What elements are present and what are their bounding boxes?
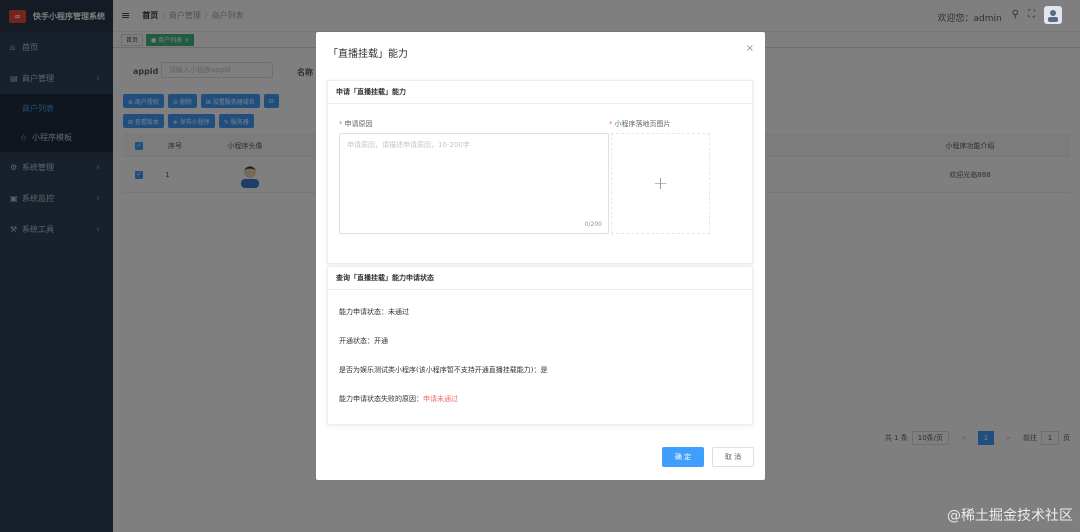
avatar-icon bbox=[1048, 9, 1058, 22]
watermark: @稀土掘金技术社区 bbox=[947, 508, 1073, 524]
image-upload[interactable]: + bbox=[611, 133, 710, 234]
is-test-line: 是否为娱乐测试类小程序(该小程序暂不支持开通直播挂载能力)：是 bbox=[339, 366, 548, 374]
reason-placeholder: 申请原因，请描述申请原因，10-200字 bbox=[347, 141, 470, 149]
reason-textarea[interactable]: 申请原因，请描述申请原因，10-200字 0/200 bbox=[339, 133, 609, 234]
open-status-line: 开通状态：开通 bbox=[339, 337, 388, 345]
reason-char-count: 0/200 bbox=[584, 221, 602, 228]
apply-card-header: 申请「直播挂载」能力 bbox=[328, 81, 752, 104]
welcome-text: 欢迎您：admin bbox=[937, 14, 1002, 24]
plus-icon: + bbox=[652, 173, 669, 194]
apply-card: 申请「直播挂载」能力 * 申请原因 申请原因，请描述申请原因，10-200字 0/… bbox=[327, 80, 753, 264]
cancel-button[interactable]: 取 消 bbox=[712, 447, 754, 467]
fail-reason-line: 能力申请状态失败的原因：申请未通过 bbox=[339, 395, 458, 403]
fullscreen-icon[interactable]: ⛶ bbox=[1028, 9, 1035, 20]
confirm-button[interactable]: 确 定 bbox=[662, 447, 704, 467]
status-card-header: 查询「直播挂载」能力申请状态 bbox=[328, 267, 752, 290]
open-status-value: 开通 bbox=[374, 337, 388, 345]
search-icon[interactable]: ⚲ bbox=[1012, 9, 1019, 20]
apply-status-value: 未通过 bbox=[388, 308, 409, 316]
image-label: * 小程序落地页图片 bbox=[609, 120, 671, 128]
status-card: 查询「直播挂载」能力申请状态 能力申请状态：未通过 开通状态：开通 是否为娱乐测… bbox=[327, 266, 753, 425]
live-mount-dialog: 「直播挂载」能力 × 申请「直播挂载」能力 * 申请原因 申请原因，请描述申请原因… bbox=[316, 32, 765, 480]
is-test-value: 是 bbox=[540, 366, 548, 374]
reason-label: * 申请原因 bbox=[339, 120, 373, 128]
avatar[interactable] bbox=[1044, 5, 1062, 24]
close-icon[interactable]: × bbox=[746, 43, 754, 54]
header-right: 欢迎您：admin ⚲ ⛶ bbox=[937, 5, 1062, 24]
dialog-title: 「直播挂载」能力 bbox=[328, 49, 408, 60]
apply-status-line: 能力申请状态：未通过 bbox=[339, 308, 409, 316]
fail-reason-value: 申请未通过 bbox=[423, 395, 458, 403]
